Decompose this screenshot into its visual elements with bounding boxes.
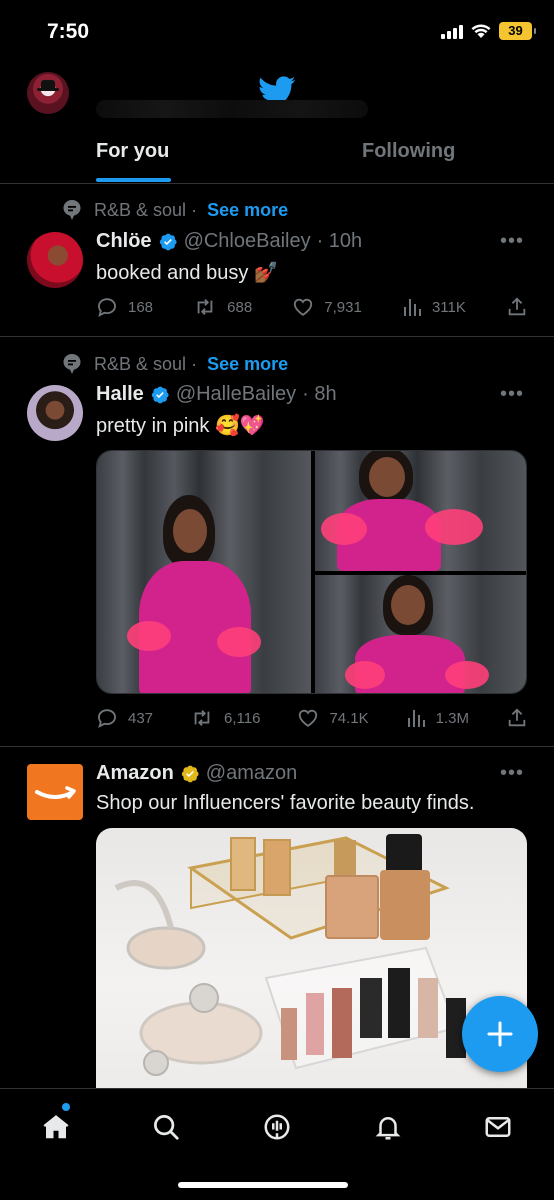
spaces-icon [264,1114,290,1140]
messages-icon [485,1117,511,1137]
home-icon [43,1115,69,1139]
reply-button[interactable]: 168 [96,296,153,318]
tweet-time: · 8h [302,383,337,405]
author-handle[interactable]: @ChloeBailey [184,230,311,253]
author-row: Amazon @amazon [96,762,297,785]
topic-icon [60,352,84,376]
reply-icon [98,709,116,729]
home-indicator [178,1182,348,1188]
like-count: 7,931 [324,298,362,316]
reply-button[interactable]: 437 [96,707,153,729]
share-button[interactable] [506,296,528,318]
more-options-icon[interactable]: ••• [500,383,524,406]
compose-tweet-button[interactable] [462,996,538,1072]
tab-for-you[interactable]: For you [96,140,169,163]
heart-icon [299,709,318,727]
photo-grid [96,450,527,694]
notifications-icon [375,1117,401,1140]
status-bar: 7:50 39 [0,0,554,62]
verified-badge-icon [151,386,169,403]
like-count: 74.1K [329,709,369,727]
author-handle[interactable]: @HalleBailey [176,383,296,406]
nav-notifications[interactable] [368,1107,408,1147]
retweet-icon [194,710,210,726]
nav-spaces[interactable] [257,1107,297,1147]
avatar[interactable] [27,385,83,441]
nav-search[interactable] [146,1107,186,1147]
social-context: R&B & soul · See more [60,198,288,222]
blurred-banner [96,100,368,118]
ad-image[interactable] [96,828,527,1088]
topic-label[interactable]: R&B & soul · [94,200,197,221]
share-icon [508,708,526,727]
heart-icon [294,298,313,316]
nav-home[interactable] [36,1107,76,1147]
retweet-count: 688 [227,298,253,316]
retweet-button[interactable]: 688 [193,296,252,318]
like-button[interactable]: 74.1K [297,707,369,729]
nav-messages[interactable] [478,1107,518,1147]
wifi-icon [471,24,491,38]
tweet-actions: 437 6,116 74.1K 1.3M [96,707,528,729]
like-button[interactable]: 7,931 [292,296,362,318]
views-icon [403,299,421,316]
retweet-icon [197,299,213,315]
tweet-halle[interactable]: R&B & soul · See more Halle @HalleBailey… [0,337,554,747]
tweet-text: Shop our Influencers' favorite beauty fi… [96,792,475,814]
tweet-actions: 168 688 7,931 311K [96,296,528,318]
status-time: 7:50 [47,20,90,43]
reply-count: 437 [128,709,154,727]
battery-level: 39 [508,23,523,38]
tab-following[interactable]: Following [362,140,455,163]
views-count: 311K [431,298,466,316]
see-more-link[interactable]: See more [207,354,288,375]
views-icon [407,710,425,727]
views-count: 1.3M [435,709,469,727]
tweet-text: pretty in pink 🥰💖 [96,415,265,437]
battery-indicator: 39 [499,22,536,40]
tweet-chloe[interactable]: R&B & soul · See more Chlöe @ChloeBailey… [0,184,554,337]
social-context: R&B & soul · See more [60,352,288,376]
avatar[interactable] [27,232,83,288]
author-name[interactable]: Halle [96,383,144,406]
author-row: Halle @HalleBailey · 8h [96,383,337,406]
retweet-count: 6,116 [224,709,261,727]
tweet-text: booked and busy 💅🏾 [96,262,279,284]
topic-icon [60,198,84,222]
author-handle[interactable]: @amazon [206,762,297,785]
topic-label[interactable]: R&B & soul · [94,354,197,375]
views-button[interactable]: 311K [402,296,466,318]
views-button[interactable]: 1.3M [406,707,469,729]
amazon-logo[interactable] [27,764,83,820]
retweet-button[interactable]: 6,116 [190,707,260,729]
share-icon [508,297,526,316]
plus-icon [487,1021,513,1047]
timeline-header: For you Following [0,62,554,184]
tweet-time: · 10h [316,230,363,252]
verified-badge-icon [159,233,177,250]
more-options-icon[interactable]: ••• [500,762,524,785]
author-name[interactable]: Chlöe [96,230,152,253]
author-row: Chlöe @ChloeBailey · 10h [96,230,362,253]
home-notification-dot [62,1103,70,1111]
verified-gold-badge-icon [181,765,199,782]
share-button[interactable] [506,707,528,729]
status-icons: 39 [441,22,536,40]
see-more-link[interactable]: See more [207,200,288,221]
tweet-photo-3[interactable] [315,575,526,693]
account-avatar[interactable] [27,72,69,114]
reply-count: 168 [128,298,154,316]
search-icon [154,1115,179,1140]
reply-icon [98,298,116,318]
more-options-icon[interactable]: ••• [500,230,524,253]
tweet-photo-1[interactable] [97,451,311,693]
tab-selected-indicator [96,178,171,182]
author-name[interactable]: Amazon [96,762,174,785]
cellular-signal-icon [441,23,463,39]
tweet-photo-2[interactable] [315,451,526,571]
